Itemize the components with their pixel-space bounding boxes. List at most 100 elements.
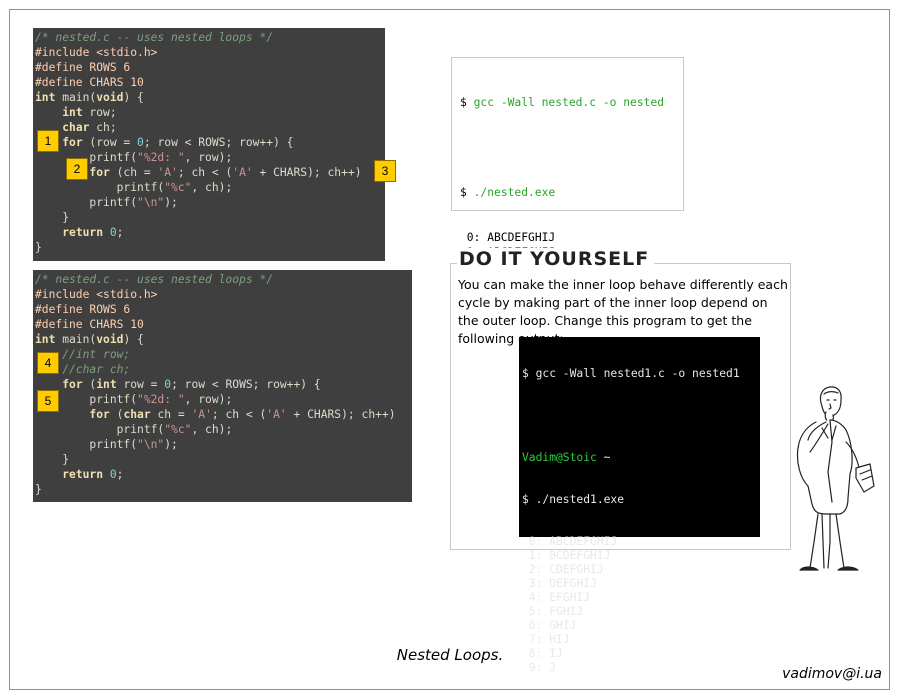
code-token: 'A' — [266, 408, 287, 421]
terminal-compile-command: gcc -Wall nested.c -o nested — [473, 96, 665, 109]
output-line: 4: EFGHIJ — [522, 591, 591, 604]
code-token: ); — [164, 196, 178, 209]
code-line: int main(void) { — [35, 90, 385, 105]
terminal-output-nested: $ gcc -Wall nested.c -o nested $ ./neste… — [451, 57, 684, 319]
code-token: "\n" — [137, 196, 165, 209]
callout-badge-4: 4 — [37, 352, 59, 374]
code-line: #include <stdio.h> — [35, 45, 385, 60]
code-token: printf( — [35, 438, 138, 451]
code-line: int main(void) { — [35, 332, 412, 347]
code-token: char — [62, 121, 90, 134]
code-token: printf( — [35, 196, 138, 209]
code-token: ( — [109, 408, 124, 421]
code-line: printf("\n"); — [35, 195, 385, 210]
terminal2-compile-line: $ gcc -Wall nested1.c -o nested1 — [522, 367, 740, 380]
code-token: #include <stdio.h> — [35, 46, 158, 59]
code-line: } — [35, 452, 412, 467]
code-token: , ch); — [191, 423, 233, 436]
code-token: "%2d: " — [137, 151, 185, 164]
code-token: for — [62, 136, 83, 149]
code-token: void — [96, 91, 124, 104]
terminal-compile-line: $ gcc -Wall nested.c -o nested — [460, 96, 665, 109]
code-line: for (row = 0; row < ROWS; row++) { — [35, 135, 385, 150]
code-token: ; row < ROWS; row++) { — [143, 136, 294, 149]
code-line: #include <stdio.h> — [35, 287, 412, 302]
code-token: /* nested.c -- uses nested loops */ — [35, 273, 274, 286]
code-token: , row); — [184, 151, 233, 164]
code-token: } — [35, 241, 42, 254]
code-line: //char ch; — [35, 362, 412, 377]
code-token: 'A' — [232, 166, 253, 179]
terminal2-blank-line — [522, 409, 760, 423]
code-token: #define CHARS 10 — [35, 76, 144, 89]
figure-caption: Nested Loops. — [396, 646, 504, 664]
callout-badge-5: 5 — [37, 390, 59, 412]
code-token: (row = — [82, 136, 138, 149]
code-line: /* nested.c -- uses nested loops */ — [35, 30, 385, 45]
code-token: ; row < ROWS; row++) { — [171, 378, 321, 391]
code-token: printf( — [35, 181, 165, 194]
output-line: 0: ABCDEFGHIJ — [460, 231, 556, 244]
do-it-yourself-title: DO IT YOURSELF — [457, 248, 655, 270]
terminal2-prompt-tilde: ~ — [603, 451, 611, 464]
code-token: /* nested.c -- uses nested loops */ — [35, 31, 274, 44]
output-line: 1: BCDEFGHIJ — [522, 549, 611, 562]
code-token: ; ch < ( — [177, 166, 233, 179]
code-token: 0 — [109, 468, 117, 481]
terminal2-prompt-line: Vadim@Stoic ~ — [522, 451, 760, 465]
code-line: int row; — [35, 105, 385, 120]
code-token: #define ROWS 6 — [35, 61, 131, 74]
code-line: printf("%2d: ", row); — [35, 392, 412, 407]
output-line: 5: FGHIJ — [522, 605, 584, 618]
code-token: ch; — [89, 121, 117, 134]
code-token: "%2d: " — [137, 393, 185, 406]
terminal-output-nested1: $ gcc -Wall nested1.c -o nested1 Vadim@S… — [519, 337, 760, 674]
code-block-original: /* nested.c -- uses nested loops */ #incl… — [33, 28, 385, 261]
code-token: #define ROWS 6 — [35, 303, 131, 316]
code-token: //char ch; — [62, 363, 131, 376]
code-token: int — [35, 91, 56, 104]
code-line: //int row; — [35, 347, 412, 362]
code-token: + CHARS); ch++) — [252, 166, 362, 179]
code-token: #define CHARS 10 — [35, 318, 144, 331]
thinking-man-illustration — [796, 386, 875, 571]
callout-badge-2: 2 — [66, 158, 88, 180]
code-line: } — [35, 482, 412, 497]
terminal-run-line: $ ./nested.exe — [460, 186, 556, 199]
author-email: vadimov@i.ua — [782, 666, 882, 682]
code-token: for — [89, 408, 110, 421]
code-line: printf("%c", ch); — [35, 180, 385, 195]
code-token: } — [35, 483, 42, 496]
code-line: #define ROWS 6 — [35, 60, 385, 75]
code-token: int — [35, 333, 56, 346]
code-line: } — [35, 210, 385, 225]
code-token: 0 — [137, 136, 144, 149]
code-token: "%c" — [164, 423, 192, 436]
code-token: "\n" — [137, 438, 165, 451]
code-token: ch = — [150, 408, 192, 421]
code-line: for (char ch = 'A'; ch < ('A' + CHARS); … — [35, 407, 412, 422]
code-token: ); — [164, 438, 178, 451]
code-token: main( — [55, 91, 97, 104]
code-line: printf("%c", ch); — [35, 422, 412, 437]
code-token: "%c" — [164, 181, 192, 194]
code-line: #define CHARS 10 — [35, 317, 412, 332]
code-token: 0 — [109, 226, 117, 239]
code-token: return — [62, 468, 104, 481]
code-token: row; — [82, 106, 117, 119]
code-line: } — [35, 240, 385, 255]
code-token: main( — [55, 333, 97, 346]
output-line: 0: ABCDEFGHIJ — [522, 535, 618, 548]
code-token: , row); — [184, 393, 233, 406]
code-token: ; — [116, 468, 124, 481]
code-token: (ch = — [109, 166, 158, 179]
code-token: } — [35, 453, 70, 466]
terminal-run-command: ./nested.exe — [473, 186, 556, 199]
callout-badge-1: 1 — [37, 130, 59, 152]
code-token: } — [35, 211, 70, 224]
code-line: #define ROWS 6 — [35, 302, 412, 317]
